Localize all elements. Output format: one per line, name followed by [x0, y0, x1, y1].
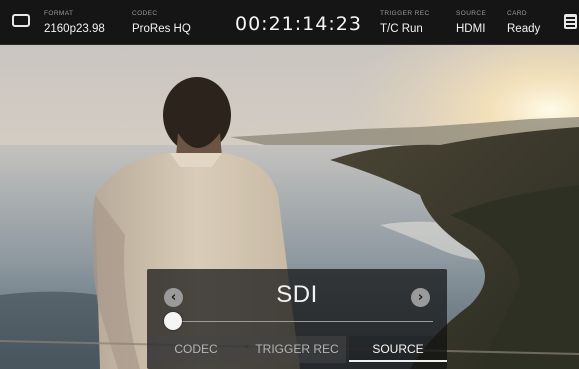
- selected-source-value: SDI: [276, 281, 318, 308]
- source-slider-knob[interactable]: [164, 312, 182, 330]
- trigger-rec-field[interactable]: TRIGGER REC T/C Run: [380, 10, 430, 37]
- source-selector-panel: ‹ SDI › CODEC TRIGGER REC SOURCE: [147, 269, 447, 369]
- source-label: SOURCE: [456, 10, 487, 17]
- card-value: Ready: [507, 23, 541, 35]
- codec-field[interactable]: CODEC ProRes HQ: [132, 10, 191, 37]
- format-field[interactable]: FORMAT 2160p23.98: [44, 10, 105, 37]
- card-field[interactable]: CARD Ready: [507, 10, 540, 37]
- source-value: HDMI: [456, 23, 486, 35]
- monitor-icon[interactable]: [12, 14, 30, 27]
- trigger-rec-label: TRIGGER REC: [380, 10, 430, 17]
- trigger-rec-value: T/C Run: [380, 23, 423, 35]
- format-label: FORMAT: [44, 10, 74, 17]
- chevron-right-icon[interactable]: ›: [411, 288, 430, 307]
- tab-trigger-rec[interactable]: TRIGGER REC: [248, 336, 346, 363]
- timecode-display: 00:21:14:23: [235, 13, 362, 35]
- recorder-screen: FORMAT 2160p23.98 CODEC ProRes HQ 00:21:…: [0, 0, 579, 369]
- active-tab-indicator: [349, 360, 447, 362]
- tab-source[interactable]: SOURCE: [349, 336, 447, 363]
- source-field[interactable]: SOURCE HDMI: [456, 10, 486, 37]
- codec-value: ProRes HQ: [132, 23, 191, 35]
- source-slider-track[interactable]: [173, 321, 433, 322]
- format-value: 2160p23.98: [44, 23, 105, 35]
- tab-codec[interactable]: CODEC: [147, 336, 245, 363]
- card-label: CARD: [507, 10, 528, 17]
- selector-tabs: CODEC TRIGGER REC SOURCE: [147, 336, 447, 363]
- codec-label: CODEC: [132, 10, 158, 17]
- status-bar: FORMAT 2160p23.98 CODEC ProRes HQ 00:21:…: [0, 0, 579, 45]
- menu-grid-icon[interactable]: [564, 14, 577, 29]
